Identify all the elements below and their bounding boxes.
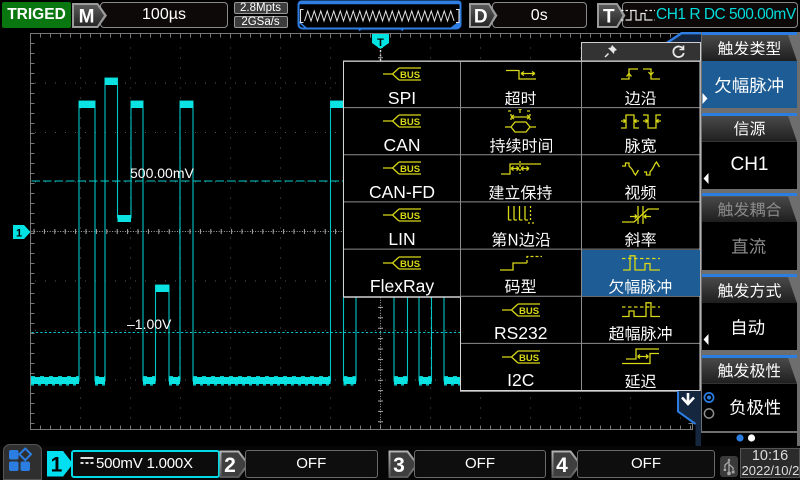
svg-text:BUS: BUS (400, 259, 420, 270)
svg-text:BUS: BUS (400, 70, 420, 81)
svg-text:BUS: BUS (400, 117, 420, 128)
svg-text:1: 1 (51, 453, 63, 476)
svg-text:BUS: BUS (400, 164, 420, 175)
svg-text:BUS: BUS (519, 306, 539, 317)
svg-text:BUS: BUS (400, 211, 420, 222)
svg-text:4: 4 (556, 454, 568, 477)
svg-text:D: D (474, 6, 488, 27)
svg-text:BUS: BUS (519, 353, 539, 364)
svg-text:2: 2 (224, 454, 236, 477)
svg-text:T: T (603, 6, 615, 27)
svg-text:3: 3 (393, 454, 405, 477)
